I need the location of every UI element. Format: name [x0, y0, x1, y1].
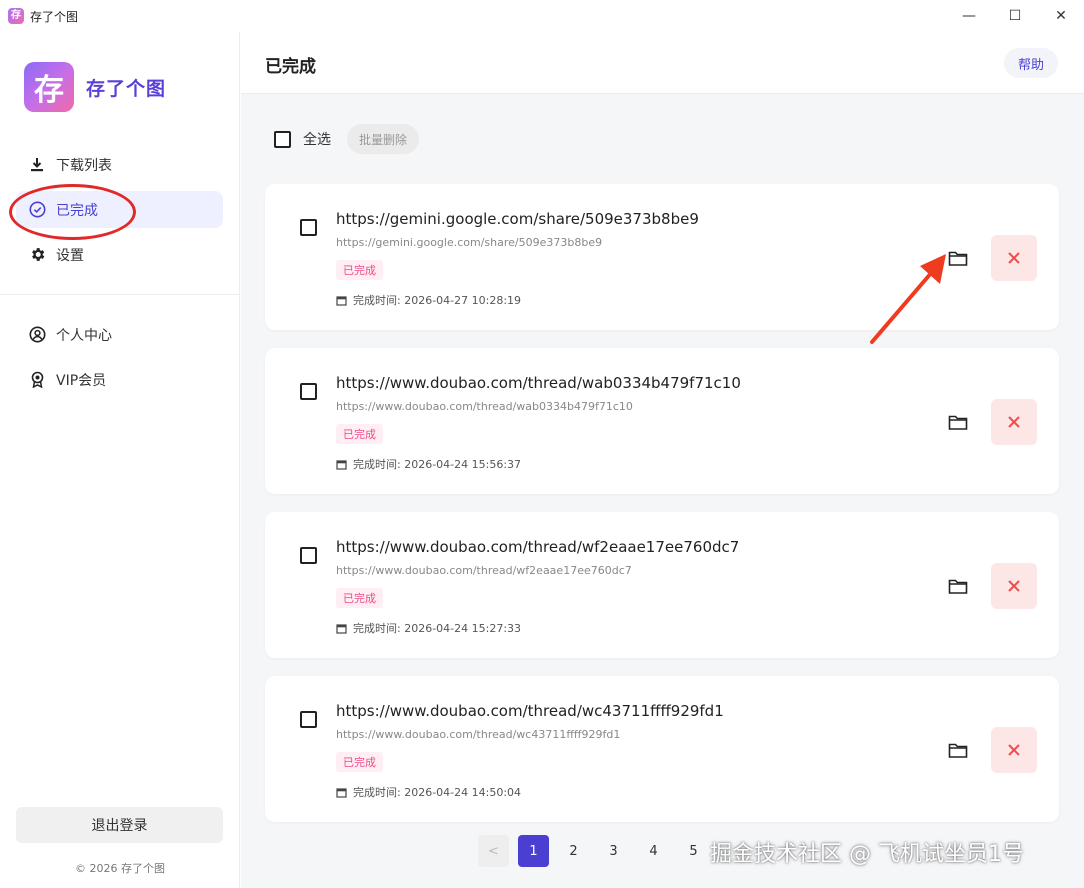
item-time: 完成时间: 2026-04-24 14:50:04: [336, 784, 521, 800]
prev-page-button[interactable]: <: [478, 835, 509, 867]
select-all-label[interactable]: 全选: [303, 129, 331, 149]
sidebar-item-label: 个人中心: [56, 327, 112, 344]
nav-divider: [0, 294, 240, 295]
brand-logo: 存: [24, 62, 74, 112]
page-4-button[interactable]: 4: [638, 835, 669, 867]
close-icon: [1008, 580, 1020, 592]
brand: 存 存了个图: [24, 62, 166, 112]
folder-icon: [948, 415, 968, 430]
list-item: https://www.doubao.com/thread/wab0334b47…: [265, 348, 1059, 494]
item-time-text: 完成时间: 2026-04-24 15:56:37: [353, 458, 522, 471]
sidebar-item-vip[interactable]: VIP会员: [16, 361, 223, 398]
list-item: https://www.doubao.com/thread/wf2eaae17e…: [265, 512, 1059, 658]
status-badge: 已完成: [336, 260, 383, 280]
item-title: https://www.doubao.com/thread/wf2eaae17e…: [336, 538, 740, 556]
gear-icon: [28, 246, 46, 264]
list-item: https://gemini.google.com/share/509e373b…: [265, 184, 1059, 330]
sidebar-item-label: 已完成: [56, 202, 98, 219]
item-url: https://www.doubao.com/thread/wab0334b47…: [336, 400, 633, 413]
sidebar: 存 存了个图 下载列表 已完成 设置 个人中心 VIP会员 退出登录 © 202…: [0, 32, 240, 888]
delete-item-button[interactable]: [991, 399, 1037, 445]
minimize-button[interactable]: —: [946, 0, 992, 32]
item-title: https://www.doubao.com/thread/wc43711fff…: [336, 702, 724, 720]
sidebar-item-download-list[interactable]: 下载列表: [16, 146, 223, 183]
item-time-text: 完成时间: 2026-04-27 10:28:19: [353, 294, 522, 307]
page-title: 已完成: [265, 57, 316, 77]
calendar-icon: [336, 295, 347, 306]
download-icon: [28, 156, 46, 174]
page-5-button[interactable]: 5: [678, 835, 709, 867]
check-circle-icon: [28, 201, 46, 219]
main-nav: 下载列表 已完成 设置: [16, 146, 223, 281]
sidebar-item-label: 设置: [56, 247, 84, 264]
close-icon: [1008, 252, 1020, 264]
status-badge: 已完成: [336, 424, 383, 444]
item-url: https://www.doubao.com/thread/wc43711fff…: [336, 728, 621, 741]
sidebar-item-label: VIP会员: [56, 372, 107, 389]
main-content: 已完成 帮助 全选 批量删除 https://gemini.google.com…: [241, 32, 1084, 888]
item-title: https://www.doubao.com/thread/wab0334b47…: [336, 374, 741, 392]
batch-delete-button[interactable]: 批量删除: [347, 124, 420, 154]
open-folder-button[interactable]: [946, 246, 970, 270]
page-2-button[interactable]: 2: [558, 835, 589, 867]
folder-icon: [948, 251, 968, 266]
close-icon: [1008, 744, 1020, 756]
folder-icon: [948, 743, 968, 758]
page-3-button[interactable]: 3: [598, 835, 629, 867]
help-button[interactable]: 帮助: [1003, 48, 1058, 78]
maximize-button[interactable]: ☐: [992, 0, 1038, 32]
open-folder-button[interactable]: [946, 738, 970, 762]
item-time-text: 完成时间: 2026-04-24 14:50:04: [353, 786, 522, 799]
sidebar-item-completed[interactable]: 已完成: [16, 191, 223, 228]
item-url: https://gemini.google.com/share/509e373b…: [336, 236, 603, 249]
sidebar-item-label: 下载列表: [56, 157, 112, 174]
status-badge: 已完成: [336, 588, 383, 608]
open-folder-button[interactable]: [946, 574, 970, 598]
item-time: 完成时间: 2026-04-27 10:28:19: [336, 292, 521, 308]
sidebar-item-settings[interactable]: 设置: [16, 236, 223, 273]
item-checkbox[interactable]: [300, 219, 317, 236]
item-checkbox[interactable]: [300, 547, 317, 564]
calendar-icon: [336, 787, 347, 798]
status-badge: 已完成: [336, 752, 383, 772]
calendar-icon: [336, 623, 347, 634]
select-all-checkbox[interactable]: [274, 130, 291, 148]
delete-item-button[interactable]: [991, 727, 1037, 773]
item-time-text: 完成时间: 2026-04-24 15:27:33: [353, 622, 522, 635]
close-button[interactable]: ✕: [1038, 0, 1084, 32]
app-icon: 存: [8, 8, 24, 24]
brand-name: 存了个图: [86, 77, 167, 100]
logout-button[interactable]: 退出登录: [16, 807, 223, 843]
pagination: < 1 2 3 4 5: [478, 835, 718, 867]
item-time: 完成时间: 2026-04-24 15:56:37: [336, 456, 521, 472]
item-checkbox[interactable]: [300, 711, 317, 728]
folder-icon: [948, 579, 968, 594]
window-title: 存了个图: [30, 9, 79, 24]
delete-item-button[interactable]: [991, 235, 1037, 281]
list-toolbar: 全选 批量删除: [274, 124, 420, 154]
copyright: © 2026 存了个图: [75, 862, 165, 875]
item-time: 完成时间: 2026-04-24 15:27:33: [336, 620, 521, 636]
delete-item-button[interactable]: [991, 563, 1037, 609]
account-nav: 个人中心 VIP会员: [16, 316, 223, 406]
open-folder-button[interactable]: [946, 410, 970, 434]
item-title: https://gemini.google.com/share/509e373b…: [336, 210, 699, 228]
item-checkbox[interactable]: [300, 383, 317, 400]
award-icon: [28, 371, 46, 389]
main-header: 已完成 帮助: [241, 32, 1084, 94]
close-icon: [1008, 416, 1020, 428]
calendar-icon: [336, 459, 347, 470]
list-item: https://www.doubao.com/thread/wc43711fff…: [265, 676, 1059, 822]
item-url: https://www.doubao.com/thread/wf2eaae17e…: [336, 564, 632, 577]
sidebar-item-profile[interactable]: 个人中心: [16, 316, 223, 353]
page-1-button[interactable]: 1: [518, 835, 549, 867]
window-titlebar: 存 存了个图 — ☐ ✕: [0, 0, 1084, 32]
window-controls: — ☐ ✕: [946, 0, 1084, 32]
user-circle-icon: [28, 326, 46, 344]
